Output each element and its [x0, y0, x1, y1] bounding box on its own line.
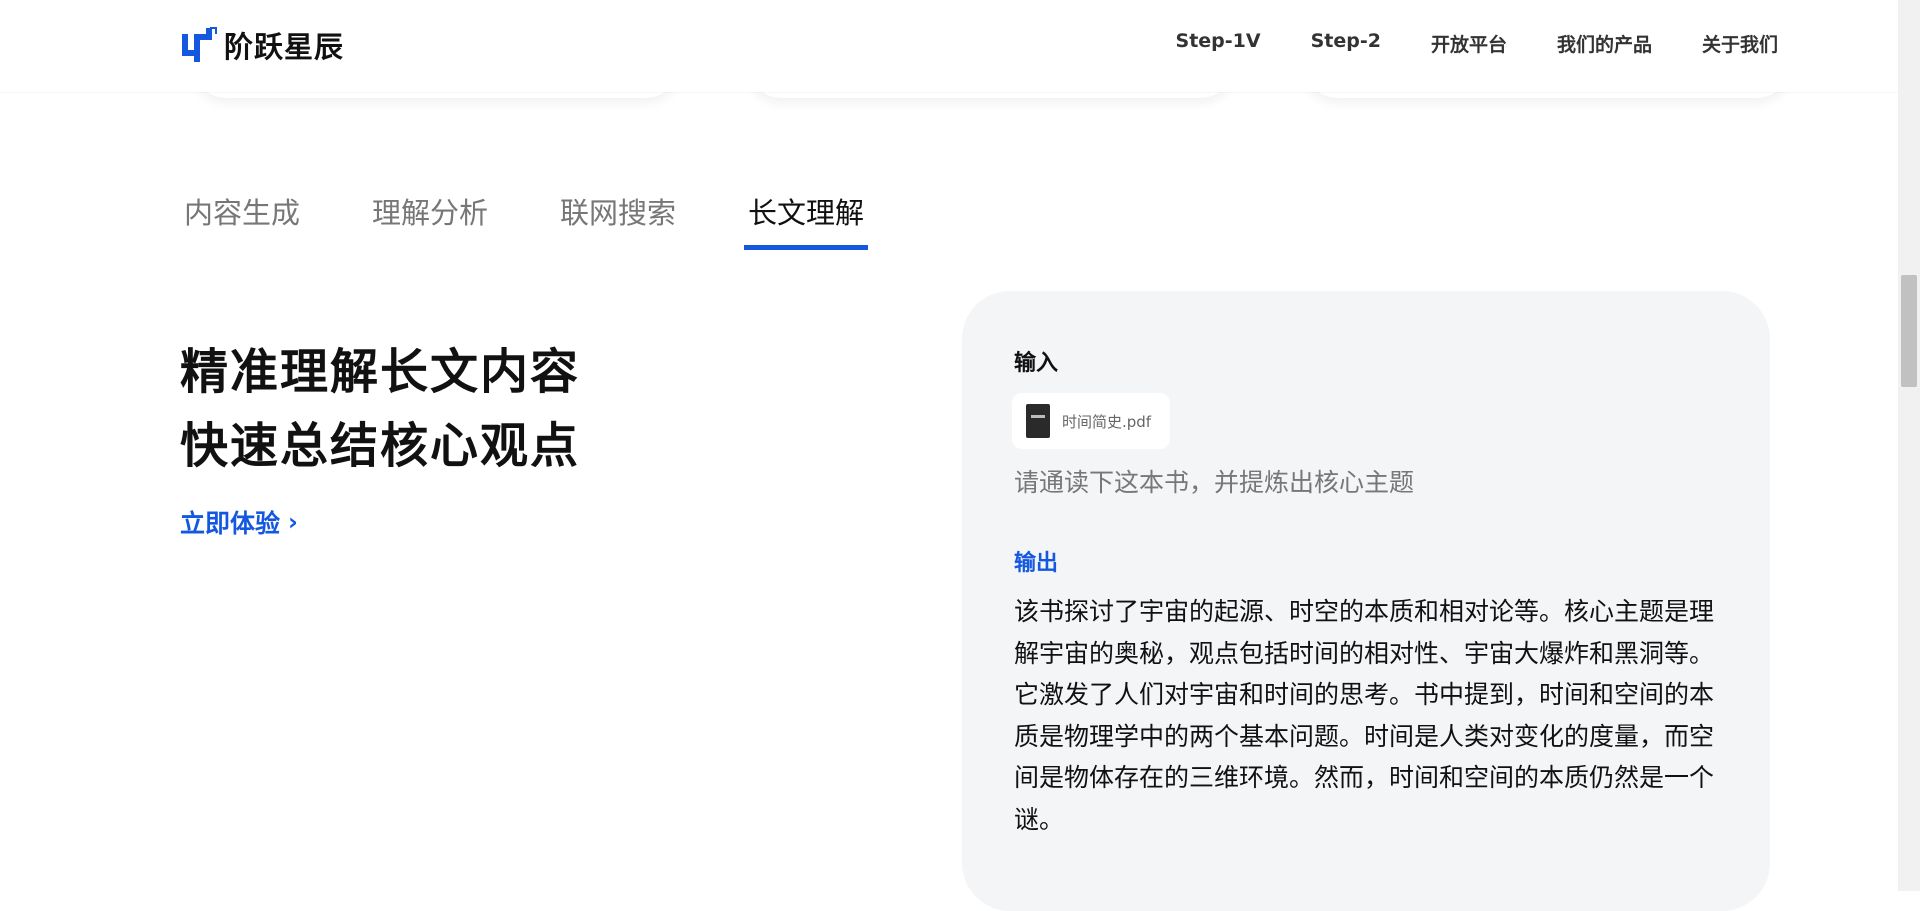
output-text: 该书探讨了宇宙的起源、时空的本质和相对论等。核心主题是理解宇宙的奥秘，观点包括时… [1014, 597, 1715, 834]
try-now-label: 立即体验 [180, 509, 281, 538]
book-cover-icon [1026, 404, 1050, 438]
output-label: 输出 [1014, 551, 1059, 576]
chevron-right-icon: › [288, 508, 298, 536]
site-header: 阶跃星辰 Step-1V Step-2 开放平台 我们的产品 关于我们 [0, 0, 1898, 92]
main-nav: Step-1V Step-2 开放平台 我们的产品 关于我们 [1176, 30, 1778, 57]
nav-our-products[interactable]: 我们的产品 [1557, 30, 1652, 57]
file-attachment[interactable]: 时间简史.pdf [1012, 393, 1170, 449]
brand-name: 阶跃星辰 [224, 30, 345, 64]
headline-line-1: 精准理解长文内容 [180, 344, 581, 400]
input-label: 输入 [1014, 351, 1059, 376]
tab-content-generation[interactable]: 内容生成 [180, 190, 304, 250]
file-name: 时间简史.pdf [1062, 412, 1152, 431]
tab-long-text-understanding[interactable]: 长文理解 [744, 190, 869, 250]
headline-line-2: 快速总结核心观点 [180, 418, 581, 474]
try-now-link[interactable]: 立即体验 › [180, 504, 298, 540]
tab-understanding-analysis[interactable]: 理解分析 [368, 190, 492, 250]
nav-step-1v[interactable]: Step-1V [1176, 30, 1261, 57]
scrollbar-thumb[interactable] [1901, 275, 1917, 387]
capability-tabs: 内容生成 理解分析 联网搜索 长文理解 [180, 190, 932, 250]
logo[interactable]: 阶跃星辰 [180, 24, 344, 66]
page-scrollbar[interactable] [1898, 0, 1920, 891]
tab-web-search[interactable]: 联网搜索 [556, 190, 680, 250]
demo-panel: 输入 时间简史.pdf 请通读下这本书，并提炼出核心主题 输出 该书探讨了宇宙的… [962, 291, 1770, 911]
nav-step-2[interactable]: Step-2 [1311, 30, 1381, 57]
logo-mark-icon [182, 27, 217, 62]
nav-about-us[interactable]: 关于我们 [1702, 30, 1778, 57]
prompt-text: 请通读下这本书，并提炼出核心主题 [1014, 468, 1415, 497]
feature-headline: 精准理解长文内容 快速总结核心观点 [180, 335, 580, 483]
nav-open-platform[interactable]: 开放平台 [1431, 30, 1507, 57]
